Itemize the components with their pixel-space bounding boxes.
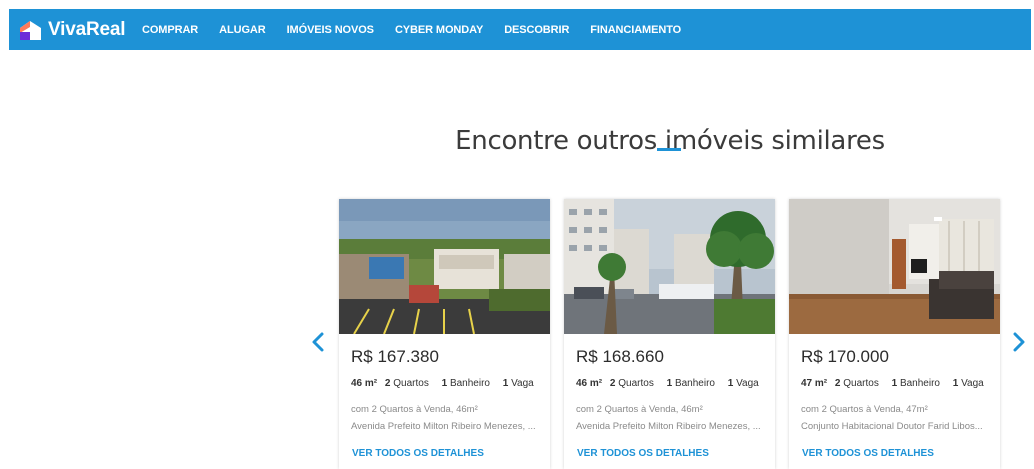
property-photo-image (339, 199, 550, 334)
property-features: 46 m² 2 Quartos 1 Banheiro 1 Vaga (351, 378, 544, 389)
property-features: 47 m² 2 Quartos 1 Banheiro 1 Vaga (801, 378, 994, 389)
baths-label: Banheiro (899, 378, 940, 389)
parking-label: Vaga (961, 378, 984, 389)
parking-label: Vaga (511, 378, 534, 389)
vivareal-logo[interactable]: VivaReal (18, 18, 125, 42)
parking-count: 1 (502, 378, 509, 389)
nav-imoveis-novos[interactable]: IMÓVEIS NOVOS (287, 24, 374, 36)
property-price: R$ 170.000 (801, 347, 889, 366)
property-photo[interactable] (564, 199, 775, 334)
nav-comprar[interactable]: COMPRAR (142, 24, 198, 36)
carousel-next-button[interactable] (1010, 331, 1028, 353)
property-description: com 2 Quartos à Venda, 47m² (801, 404, 928, 415)
parking-label: Vaga (736, 378, 759, 389)
property-card[interactable]: R$ 167.380 46 m² 2 Quartos 1 Banheiro 1 … (339, 199, 550, 469)
rooms-label: Quartos (393, 378, 429, 389)
parking-count: 1 (727, 378, 734, 389)
view-details-link[interactable]: VER TODOS OS DETALHES (352, 448, 484, 459)
title-underline (657, 148, 681, 151)
property-photo[interactable] (339, 199, 550, 334)
baths-count: 1 (666, 378, 673, 389)
property-card[interactable]: R$ 168.660 46 m² 2 Quartos 1 Banheiro 1 … (564, 199, 775, 469)
area-value: 47 m² (801, 378, 828, 389)
section-title: Encontre outros imóveis similares (455, 125, 885, 156)
property-photo[interactable] (789, 199, 1000, 334)
chevron-left-icon (312, 332, 324, 352)
baths-label: Banheiro (674, 378, 715, 389)
nav-alugar[interactable]: ALUGAR (219, 24, 266, 36)
property-address: Conjunto Habitacional Doutor Farid Libos… (801, 421, 983, 432)
carousel-prev-button[interactable] (309, 331, 327, 353)
property-features: 46 m² 2 Quartos 1 Banheiro 1 Vaga (576, 378, 769, 389)
brand-name: VivaReal (48, 19, 126, 40)
property-address: Avenida Prefeito Milton Ribeiro Menezes,… (351, 421, 536, 432)
property-photo-image (789, 199, 1000, 334)
top-navigation-bar: VivaReal COMPRAR ALUGAR IMÓVEIS NOVOS CY… (9, 9, 1031, 50)
parking-count: 1 (952, 378, 959, 389)
view-details-link[interactable]: VER TODOS OS DETALHES (802, 448, 934, 459)
property-price: R$ 168.660 (576, 347, 664, 366)
nav-financiamento[interactable]: FINANCIAMENTO (590, 24, 681, 36)
baths-label: Banheiro (449, 378, 490, 389)
rooms-label: Quartos (843, 378, 879, 389)
rooms-label: Quartos (618, 378, 654, 389)
nav-descobrir[interactable]: DESCOBRIR (504, 24, 569, 36)
property-price: R$ 167.380 (351, 347, 439, 366)
chevron-right-icon (1013, 332, 1025, 352)
rooms-count: 2 (384, 378, 391, 389)
rooms-count: 2 (834, 378, 841, 389)
baths-count: 1 (441, 378, 448, 389)
property-address: Avenida Prefeito Milton Ribeiro Menezes,… (576, 421, 761, 432)
property-description: com 2 Quartos à Venda, 46m² (576, 404, 703, 415)
rooms-count: 2 (609, 378, 616, 389)
baths-count: 1 (891, 378, 898, 389)
property-card[interactable]: R$ 170.000 47 m² 2 Quartos 1 Banheiro 1 … (789, 199, 1000, 469)
main-menu: COMPRAR ALUGAR IMÓVEIS NOVOS CYBER MONDA… (142, 9, 702, 50)
house-logo-icon (20, 21, 41, 40)
view-details-link[interactable]: VER TODOS OS DETALHES (577, 448, 709, 459)
property-photo-image (564, 199, 775, 334)
nav-cyber-monday[interactable]: CYBER MONDAY (395, 24, 483, 36)
property-description: com 2 Quartos à Venda, 46m² (351, 404, 478, 415)
area-value: 46 m² (351, 378, 378, 389)
area-value: 46 m² (576, 378, 603, 389)
